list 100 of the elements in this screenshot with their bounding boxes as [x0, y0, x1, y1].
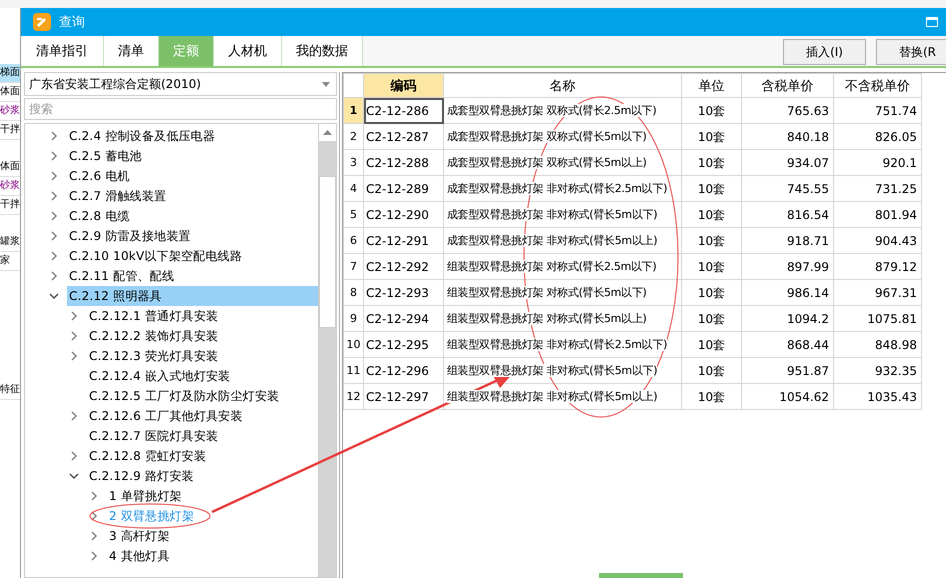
table-cell: 成套型双臂悬挑灯架 双称式(臂长5m以下)	[444, 124, 682, 150]
tree-item[interactable]: C.2.11 配管、配线	[67, 266, 229, 286]
row-number: 4	[344, 176, 364, 202]
expand-chevron-icon[interactable]	[89, 551, 99, 561]
tree-item[interactable]: C.2.5 蓄电池	[67, 146, 229, 166]
tab[interactable]: 人材机	[214, 36, 282, 66]
tree-item[interactable]: 3 高杆灯架	[107, 526, 269, 546]
expand-chevron-icon[interactable]	[49, 211, 59, 221]
column-header[interactable]: 不含税单价	[834, 74, 922, 98]
expand-chevron-icon[interactable]	[49, 231, 59, 241]
library-dropdown[interactable]: 广东省安装工程综合定额(2010)	[24, 72, 337, 96]
table-cell: 10套	[682, 280, 742, 306]
background-label: 干拌	[0, 121, 20, 140]
row-number: 9	[344, 306, 364, 332]
table-cell: 731.25	[834, 176, 922, 202]
column-header[interactable]: 编码	[364, 74, 444, 98]
background-label: 干拌	[0, 196, 20, 215]
column-header[interactable]: 名称	[444, 74, 682, 98]
tree-item[interactable]: C.2.12.9 路灯安装	[87, 466, 249, 486]
tab[interactable]: 清单	[104, 36, 159, 66]
tree-item[interactable]: C.2.7 滑触线装置	[67, 186, 229, 206]
column-header[interactable]: 含税单价	[742, 74, 834, 98]
background-label: 体面	[0, 83, 20, 102]
expand-chevron-icon[interactable]	[89, 491, 99, 501]
table-cell: 组装型双臂悬挑灯架 非对称式(臂长5m以上)	[444, 384, 682, 410]
expand-chevron-icon[interactable]	[49, 271, 59, 281]
tree-item[interactable]: C.2.12.1 普通灯具安装	[87, 306, 249, 326]
row-number: 6	[344, 228, 364, 254]
tree-item[interactable]: C.2.12.5 工厂灯及防水防尘灯安装	[87, 386, 280, 406]
table-cell: 成套型双臂悬挑灯架 双称式(臂长5m以上)	[444, 150, 682, 176]
scroll-up-icon[interactable]	[319, 124, 336, 141]
table-cell: 10套	[682, 98, 742, 124]
table-cell: 897.99	[742, 254, 834, 280]
row-number: 1	[344, 98, 364, 124]
table-cell: C2-12-296	[364, 358, 444, 384]
table-cell: C2-12-294	[364, 306, 444, 332]
tree-item[interactable]: C.2.12.2 装饰灯具安装	[87, 326, 249, 346]
tree-item[interactable]: C.2.12.7 医院灯具安装	[87, 426, 249, 446]
table-cell: 成套型双臂悬挑灯架 双称式(臂长2.5m以下)	[444, 98, 682, 124]
scrollbar[interactable]	[318, 124, 336, 577]
tree-item[interactable]: C.2.12.4 嵌入式地灯安装	[87, 366, 249, 386]
table-cell: 组装型双臂悬挑灯架 非对称式(臂长2.5m以下)	[444, 332, 682, 358]
tree-item[interactable]: C.2.12 照明器具	[67, 286, 318, 306]
table-cell: 801.94	[834, 202, 922, 228]
expand-chevron-icon[interactable]	[89, 531, 99, 541]
background-label: 家	[0, 252, 20, 271]
background-label: 罐浆	[0, 233, 20, 252]
table-cell: 932.35	[834, 358, 922, 384]
tree-item[interactable]: C.2.12.3 荧光灯具安装	[87, 346, 249, 366]
tree-item[interactable]: C.2.8 电缆	[67, 206, 229, 226]
table-cell: 成套型双臂悬挑灯架 非对称式(臂长5m以下)	[444, 202, 682, 228]
toolbar-button[interactable]: 替换(R	[876, 39, 946, 65]
table-cell: 826.05	[834, 124, 922, 150]
tab[interactable]: 清单指引	[21, 36, 104, 66]
tree-item[interactable]: 4 其他灯具	[107, 546, 269, 566]
table-cell: 840.18	[742, 124, 834, 150]
table-cell: 组装型双臂悬挑灯架 对称式(臂长5m以上)	[444, 306, 682, 332]
expand-chevron-icon[interactable]	[69, 411, 79, 421]
expand-chevron-icon[interactable]	[69, 331, 79, 341]
tree-item[interactable]: C.2.12.6 工厂其他灯具安装	[87, 406, 249, 426]
toolbar-button[interactable]: 插入(I)	[783, 39, 866, 65]
tree-item[interactable]: C.2.12.8 霓虹灯安装	[87, 446, 249, 466]
background-label: 梯面	[0, 64, 20, 83]
table-cell: 10套	[682, 306, 742, 332]
tree-item[interactable]: C.2.4 控制设备及低压电器	[67, 126, 229, 146]
table-cell: 1035.43	[834, 384, 922, 410]
tree-item[interactable]: C.2.6 电机	[67, 166, 229, 186]
expand-chevron-icon[interactable]	[69, 351, 79, 361]
expand-chevron-icon[interactable]	[49, 171, 59, 181]
row-number: 8	[344, 280, 364, 306]
table-cell: 920.1	[834, 150, 922, 176]
tab[interactable]: 我的数据	[282, 36, 363, 66]
table-cell: C2-12-293	[364, 280, 444, 306]
tree-item[interactable]: C.2.10 10kV以下架空配电线路	[67, 246, 242, 266]
table-cell: C2-12-291	[364, 228, 444, 254]
table-cell: 10套	[682, 358, 742, 384]
tree-item[interactable]: 1 单臂挑灯架	[107, 486, 269, 506]
collapse-chevron-icon[interactable]	[69, 473, 79, 479]
column-header[interactable]: 单位	[682, 74, 742, 98]
tree-item[interactable]: C.2.9 防雷及接地装置	[67, 226, 229, 246]
expand-chevron-icon[interactable]	[69, 311, 79, 321]
collapse-chevron-icon[interactable]	[49, 293, 59, 299]
expand-chevron-icon[interactable]	[89, 511, 99, 521]
table-cell: 成套型双臂悬挑灯架 非对称式(臂长5m以上)	[444, 228, 682, 254]
table-cell: 1054.62	[742, 384, 834, 410]
table-cell: 10套	[682, 254, 742, 280]
expand-chevron-icon[interactable]	[49, 191, 59, 201]
resize-handle[interactable]	[599, 573, 683, 578]
table-cell: 10套	[682, 176, 742, 202]
expand-chevron-icon[interactable]	[49, 151, 59, 161]
expand-chevron-icon[interactable]	[49, 251, 59, 261]
row-number: 3	[344, 150, 364, 176]
row-number: 2	[344, 124, 364, 150]
expand-chevron-icon[interactable]	[49, 131, 59, 141]
table-cell: 组装型双臂悬挑灯架 非对称式(臂长5m以下)	[444, 358, 682, 384]
search-field[interactable]: 搜索	[24, 98, 337, 120]
maximize-icon[interactable]	[926, 17, 938, 27]
expand-chevron-icon[interactable]	[69, 451, 79, 461]
dropdown-caret-icon	[322, 82, 330, 86]
table-cell: C2-12-290	[364, 202, 444, 228]
